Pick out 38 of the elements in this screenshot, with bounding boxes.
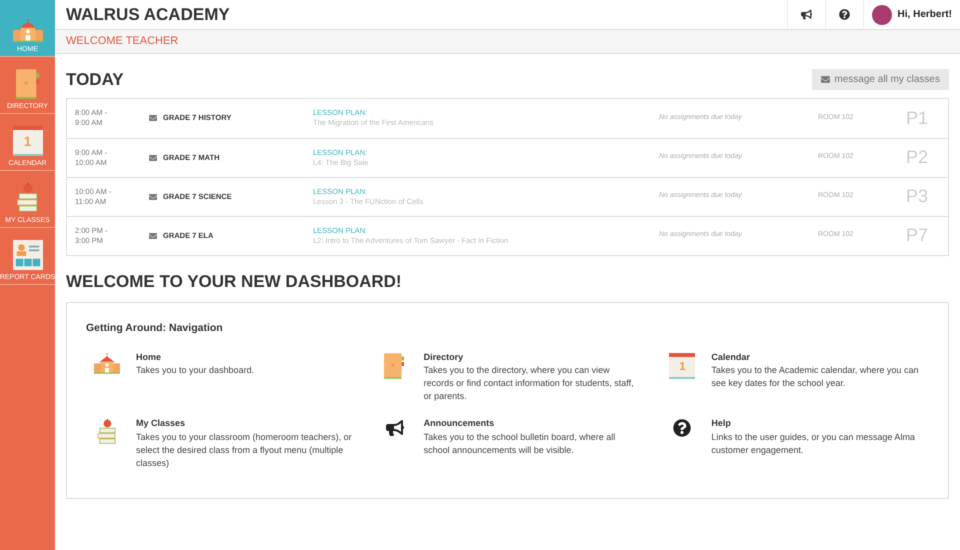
envelope-icon xyxy=(821,75,830,84)
nav-item-description: Links to the user guides, or you can message Alma customer engagement. xyxy=(711,430,916,457)
nav-item-description: Takes you to the Academic calendar, where you can see key dates for the school year. xyxy=(711,364,920,390)
nav-item-title: Announcements xyxy=(424,417,496,430)
section-title: TODAY xyxy=(66,69,124,91)
books-apple-icon xyxy=(16,183,40,213)
nav-item-title: My Classes xyxy=(136,417,186,430)
report-card-icon xyxy=(12,240,42,270)
megaphone-icon xyxy=(386,419,404,438)
calendar-day: 1 xyxy=(12,130,42,154)
envelope-icon[interactable] xyxy=(149,192,157,200)
message-button[interactable]: message all my classes xyxy=(812,69,949,90)
help-icon xyxy=(838,9,850,20)
nav-item-description: Takes you to your classroom (homeroom teachers), or select the desired class from a flyout menu (multiple classes) xyxy=(136,430,353,470)
help-icon xyxy=(673,419,692,438)
section-title: WELCOME TO YOUR NEW DASHBOARD! xyxy=(66,270,403,292)
envelope-icon[interactable] xyxy=(149,154,157,162)
nav-item-title: Calendar xyxy=(711,350,751,364)
notebook-icon xyxy=(16,69,40,99)
card-heading: Getting Around: Navigation xyxy=(86,321,224,336)
megaphone-icon xyxy=(800,9,812,20)
nav-item-description: Takes you to your dashboard. xyxy=(136,364,254,378)
nav-item-title: Help xyxy=(711,417,732,430)
nav-item-description: Takes you to the directory, where you can view records or find contact information for students, staff, or parents. xyxy=(424,364,635,404)
calendar-day: 1 xyxy=(669,356,696,377)
nav-item-description: Takes you to the school bulletin board, where all school announcements will be visible. xyxy=(424,430,616,457)
subheader-title: WELCOME TEACHER xyxy=(66,34,178,50)
nav-item-title: Directory xyxy=(424,350,464,364)
school-icon xyxy=(12,18,42,42)
school-icon xyxy=(94,352,120,374)
user-menu[interactable]: Hi, Herbert! xyxy=(862,0,960,29)
books-apple-icon xyxy=(96,419,118,446)
notebook-icon xyxy=(384,352,406,379)
envelope-icon[interactable] xyxy=(149,114,157,122)
nav-item-title: Home xyxy=(136,350,162,364)
avatar xyxy=(872,4,892,24)
school-name: WALRUS ACADEMY xyxy=(66,4,231,26)
envelope-icon[interactable] xyxy=(149,232,157,240)
